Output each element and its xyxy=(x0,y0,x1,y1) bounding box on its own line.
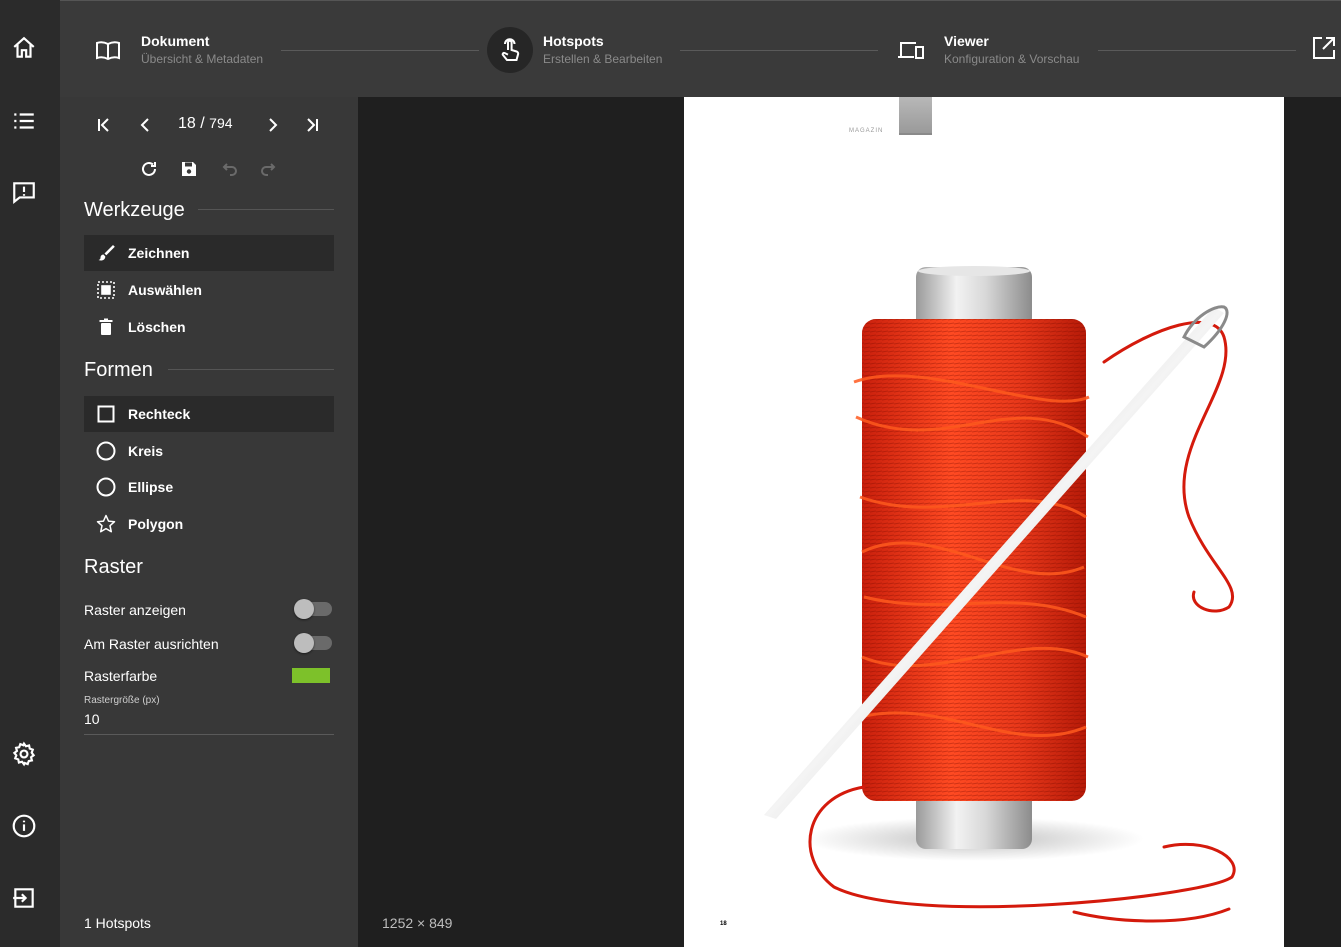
grid-color-setting: Rasterfarbe xyxy=(84,664,334,688)
trash-icon xyxy=(96,317,116,337)
page-indicator: 18 / 794 xyxy=(178,115,233,133)
step-subtitle: Konfiguration & Vorschau xyxy=(944,51,1080,66)
step-subtitle: Erstellen & Bearbeiten xyxy=(543,51,663,66)
logout-icon[interactable] xyxy=(0,874,48,922)
step-connector xyxy=(1098,50,1296,51)
info-icon[interactable] xyxy=(0,802,48,850)
brush-icon xyxy=(96,243,116,263)
prev-page-icon[interactable] xyxy=(132,111,160,139)
page-number: 18 xyxy=(720,921,727,927)
step-title: Dokument xyxy=(141,32,210,49)
redo-icon[interactable] xyxy=(255,155,283,183)
tool-label: Auswählen xyxy=(128,282,202,298)
shape-label: Kreis xyxy=(128,443,164,459)
grid-section-title: Raster xyxy=(84,556,143,578)
feedback-icon[interactable] xyxy=(0,168,48,216)
snap-grid-setting: Am Raster ausrichten xyxy=(84,632,334,656)
step-title: Viewer xyxy=(944,32,989,49)
devices-icon xyxy=(888,27,934,73)
total-pages: 794 xyxy=(209,115,233,131)
snap-grid-toggle[interactable] xyxy=(294,633,332,653)
show-grid-setting: Raster anzeigen xyxy=(84,598,334,622)
book-icon xyxy=(85,27,131,73)
stepper-bar: Dokument Übersicht & Metadaten Hotspots … xyxy=(60,0,1341,97)
undo-icon[interactable] xyxy=(215,155,243,183)
step-connector xyxy=(680,50,878,51)
save-icon[interactable] xyxy=(175,155,203,183)
first-page-icon[interactable] xyxy=(90,111,118,139)
side-panel: 18 / 794 Werkzeuge Zeichnen Auswählen Lö… xyxy=(60,97,358,947)
shape-circle[interactable]: Kreis xyxy=(84,433,334,469)
step-title: Hotspots xyxy=(543,32,604,49)
last-page-icon[interactable] xyxy=(298,111,326,139)
show-grid-toggle[interactable] xyxy=(294,599,332,619)
show-grid-label: Raster anzeigen xyxy=(84,602,186,618)
shape-label: Ellipse xyxy=(128,479,174,495)
grid-size-input[interactable]: 10 xyxy=(84,711,334,735)
step-dokument[interactable]: Dokument Übersicht & Metadaten xyxy=(85,1,263,98)
open-external-icon[interactable] xyxy=(1307,31,1341,65)
snap-grid-label: Am Raster ausrichten xyxy=(84,636,219,652)
document-canvas[interactable]: MAGAZIN 18 1252 × 849 xyxy=(358,97,1341,947)
shape-ellipse[interactable]: Ellipse xyxy=(84,469,334,505)
section-divider xyxy=(168,369,334,370)
circle-icon xyxy=(96,477,116,497)
thread-spool-image xyxy=(764,266,1236,923)
step-viewer[interactable]: Viewer Konfiguration & Vorschau xyxy=(888,1,1079,98)
step-hotspots[interactable]: Hotspots Erstellen & Bearbeiten xyxy=(487,1,662,98)
document-page[interactable]: MAGAZIN 18 xyxy=(684,97,1284,947)
home-icon[interactable] xyxy=(0,24,48,72)
shape-rectangle[interactable]: Rechteck xyxy=(84,396,334,432)
tool-select[interactable]: Auswählen xyxy=(84,272,334,308)
current-page: 18 xyxy=(178,115,196,132)
tool-delete[interactable]: Löschen xyxy=(84,309,334,345)
shape-label: Polygon xyxy=(128,516,184,532)
settings-icon[interactable] xyxy=(0,730,48,778)
step-subtitle: Übersicht & Metadaten xyxy=(141,51,264,66)
select-icon xyxy=(96,280,116,300)
grid-color-swatch[interactable] xyxy=(292,668,330,683)
square-icon xyxy=(96,404,116,424)
shape-label: Rechteck xyxy=(128,406,191,422)
step-connector xyxy=(281,50,479,51)
circle-icon xyxy=(96,441,116,461)
grid-color-label: Rasterfarbe xyxy=(84,668,158,684)
nav-rail xyxy=(0,0,60,947)
section-divider xyxy=(198,209,334,210)
page-navigator: 18 / 794 xyxy=(60,105,358,145)
page-separator: / xyxy=(200,115,205,132)
tool-draw[interactable]: Zeichnen xyxy=(84,235,334,271)
list-icon[interactable] xyxy=(0,97,48,145)
next-page-icon[interactable] xyxy=(258,111,286,139)
tool-label: Zeichnen xyxy=(128,245,190,261)
canvas-dimensions: 1252 × 849 xyxy=(382,915,453,931)
touch-icon xyxy=(487,26,533,73)
tools-section-title: Werkzeuge xyxy=(84,199,185,221)
refresh-icon[interactable] xyxy=(135,155,163,183)
edit-actions xyxy=(60,153,358,185)
shape-polygon[interactable]: Polygon xyxy=(84,506,334,542)
star-icon xyxy=(96,514,116,534)
grid-size-label: Rastergröße (px) xyxy=(84,695,160,706)
app-root: Dokument Übersicht & Metadaten Hotspots … xyxy=(0,0,1341,947)
shapes-section-title: Formen xyxy=(84,359,153,381)
hotspot-count: 1 Hotspots xyxy=(84,915,151,931)
tool-label: Löschen xyxy=(128,319,186,335)
